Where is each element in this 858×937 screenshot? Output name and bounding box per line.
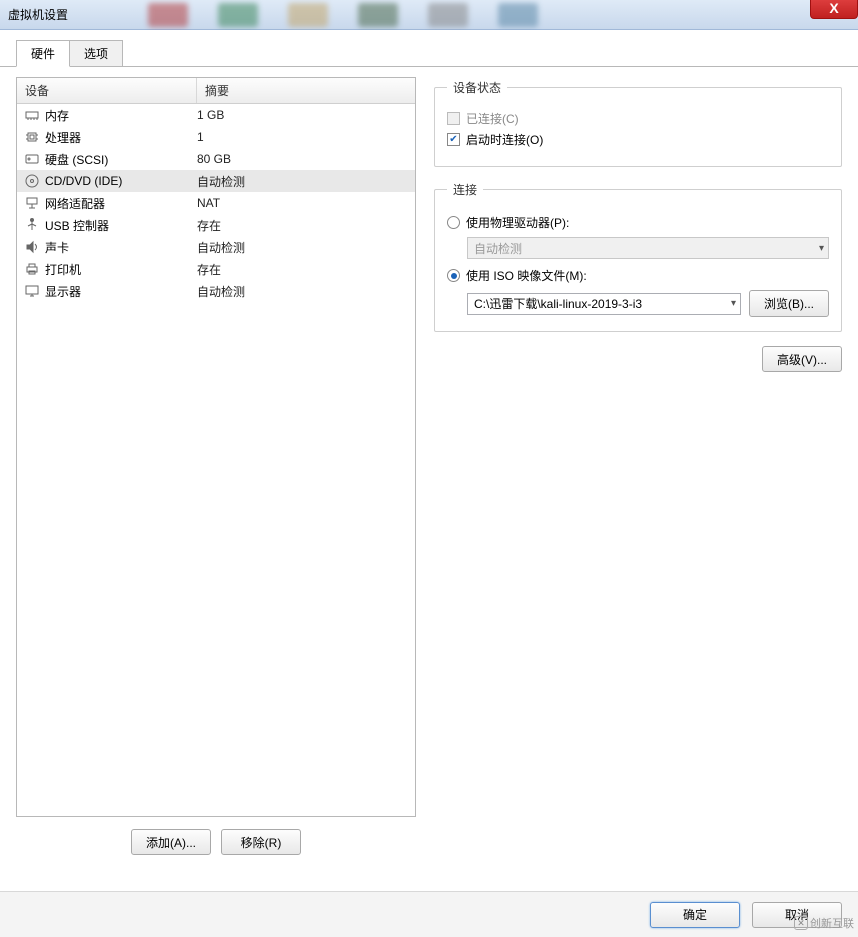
header-summary[interactable]: 摘要 bbox=[197, 78, 415, 103]
close-button[interactable]: X bbox=[810, 0, 858, 19]
watermark: ✕ 创新互联 bbox=[794, 915, 854, 931]
titlebar: 虚拟机设置 X bbox=[0, 0, 858, 30]
list-item-disk[interactable]: 硬盘 (SCSI) 80 GB bbox=[17, 148, 415, 170]
printer-icon bbox=[23, 261, 41, 277]
sound-icon bbox=[23, 239, 41, 255]
list-item-display[interactable]: 显示器 自动检测 bbox=[17, 280, 415, 302]
list-item-usb[interactable]: USB 控制器 存在 bbox=[17, 214, 415, 236]
watermark-icon: ✕ bbox=[794, 916, 808, 930]
device-status-group: 设备状态 已连接(C) 启动时连接(O) bbox=[434, 79, 842, 167]
list-item-memory[interactable]: 内存 1 GB bbox=[17, 104, 415, 126]
memory-icon bbox=[23, 107, 41, 123]
tabs: 硬件 选项 bbox=[16, 40, 858, 67]
iso-file-label: 使用 ISO 映像文件(M): bbox=[466, 267, 587, 284]
display-icon bbox=[23, 283, 41, 299]
physical-drive-radio[interactable] bbox=[447, 216, 460, 229]
connect-poweron-checkbox[interactable] bbox=[447, 133, 460, 146]
disk-icon bbox=[23, 151, 41, 167]
advanced-button[interactable]: 高级(V)... bbox=[762, 346, 842, 372]
bottom-bar: 确定 取消 ✕ 创新互联 bbox=[0, 891, 858, 937]
cd-icon bbox=[23, 173, 41, 189]
usb-icon bbox=[23, 217, 41, 233]
right-panel: 设备状态 已连接(C) 启动时连接(O) 连接 使用物理驱动器(P): bbox=[434, 77, 842, 855]
list-item-network[interactable]: 网络适配器 NAT bbox=[17, 192, 415, 214]
chevron-down-icon: ▾ bbox=[819, 243, 824, 254]
list-item-sound[interactable]: 声卡 自动检测 bbox=[17, 236, 415, 258]
list-item-printer[interactable]: 打印机 存在 bbox=[17, 258, 415, 280]
list-header: 设备 摘要 bbox=[17, 78, 415, 104]
device-status-legend: 设备状态 bbox=[447, 79, 507, 96]
chevron-down-icon[interactable]: ▾ bbox=[731, 298, 736, 309]
left-panel: 设备 摘要 内存 1 GB 处理器 1 bbox=[16, 77, 416, 855]
browse-button[interactable]: 浏览(B)... bbox=[749, 290, 829, 317]
connection-group: 连接 使用物理驱动器(P): 自动检测 ▾ 使用 ISO 映像文件(M): bbox=[434, 181, 842, 332]
header-device[interactable]: 设备 bbox=[17, 78, 197, 103]
list-body: 内存 1 GB 处理器 1 硬盘 (SCSI) 80 GB bbox=[17, 104, 415, 816]
add-button[interactable]: 添加(A)... bbox=[131, 829, 211, 855]
window-title: 虚拟机设置 bbox=[8, 6, 68, 23]
device-list: 设备 摘要 内存 1 GB 处理器 1 bbox=[16, 77, 416, 817]
network-icon bbox=[23, 195, 41, 211]
close-icon: X bbox=[829, 0, 838, 16]
physical-drive-combo: 自动检测 ▾ bbox=[467, 237, 829, 259]
connected-checkbox bbox=[447, 112, 460, 125]
remove-button[interactable]: 移除(R) bbox=[221, 829, 301, 855]
physical-drive-label: 使用物理驱动器(P): bbox=[466, 214, 569, 231]
iso-file-radio[interactable] bbox=[447, 269, 460, 282]
connection-legend: 连接 bbox=[447, 181, 483, 198]
background-blurred-icons bbox=[148, 3, 850, 27]
tab-options[interactable]: 选项 bbox=[69, 40, 123, 67]
connected-label: 已连接(C) bbox=[466, 110, 519, 127]
cpu-icon bbox=[23, 129, 41, 145]
list-item-cddvd[interactable]: CD/DVD (IDE) 自动检测 bbox=[17, 170, 415, 192]
connect-poweron-label: 启动时连接(O) bbox=[466, 131, 543, 148]
list-item-cpu[interactable]: 处理器 1 bbox=[17, 126, 415, 148]
tab-hardware[interactable]: 硬件 bbox=[16, 40, 70, 67]
iso-path-combo[interactable]: C:\迅雷下载\kali-linux-2019-3-i3 ▾ bbox=[467, 293, 741, 315]
ok-button[interactable]: 确定 bbox=[650, 902, 740, 928]
